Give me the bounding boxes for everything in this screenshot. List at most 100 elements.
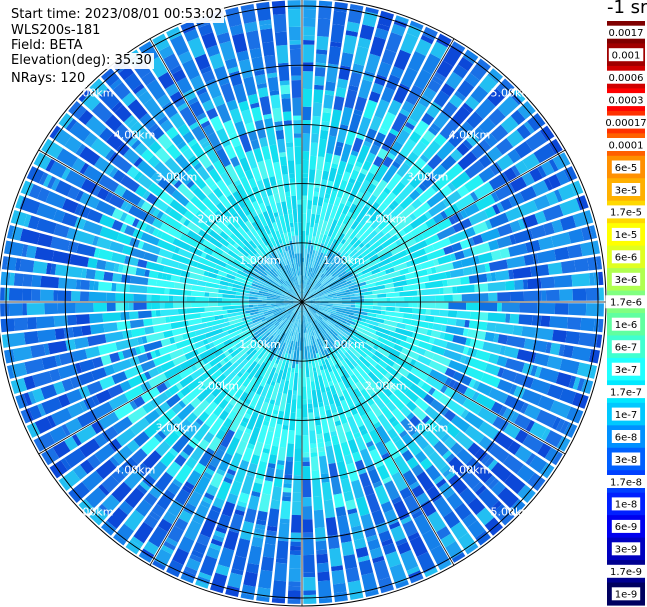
range-gate-cell	[395, 302, 409, 308]
range-gate-cell	[281, 93, 291, 99]
range-gate-cell	[302, 519, 314, 533]
range-gate-cell	[294, 137, 302, 147]
range-gate-cell	[298, 350, 302, 369]
range-gate-cell	[523, 338, 535, 350]
range-gate-cell	[276, 540, 289, 560]
range-gate-cell	[103, 271, 114, 282]
range-gate-cell	[249, 312, 255, 316]
range-gate-cell	[456, 284, 475, 294]
range-gate-cell	[385, 306, 396, 312]
range-gate-cell	[288, 581, 301, 587]
range-gate-cell	[308, 258, 312, 263]
range-gate-cell	[360, 513, 374, 530]
range-gate-cell	[399, 290, 418, 297]
range-gate-cell	[302, 124, 311, 134]
range-ring-label: 4.00km	[449, 129, 491, 142]
range-gate-cell	[478, 312, 489, 321]
range-gate-cell	[394, 286, 404, 292]
range-ring-label: 3.00km	[156, 170, 198, 183]
range-gate-cell	[311, 133, 319, 143]
range-gate-cell	[262, 41, 275, 57]
range-gate-cell	[279, 151, 287, 158]
range-gate-cell	[235, 291, 241, 296]
range-gate-cell	[302, 457, 310, 462]
range-gate-cell	[501, 302, 520, 313]
range-gate-cell	[538, 367, 560, 384]
range-gate-cell	[146, 294, 152, 302]
range-gate-cell	[292, 390, 297, 396]
range-gate-cell	[347, 580, 364, 600]
range-gate-cell	[37, 233, 53, 248]
range-gate-cell	[245, 30, 261, 50]
range-gate-cell	[274, 562, 288, 582]
range-gate-cell	[302, 257, 305, 263]
range-gate-cell	[442, 279, 448, 287]
range-gate-cell	[264, 467, 275, 482]
range-gate-cell	[404, 296, 413, 302]
range-gate-cell	[510, 291, 524, 302]
colorbar-tick-label: 0.0003	[609, 95, 644, 106]
range-gate-cell	[297, 204, 302, 223]
range-gate-cell	[335, 87, 347, 98]
range-gate-cell	[298, 222, 302, 236]
range-gate-cell	[169, 288, 183, 296]
range-gate-cell	[262, 543, 276, 558]
range-gate-cell	[165, 316, 171, 323]
range-gate-cell	[487, 281, 506, 292]
range-gate-cell	[312, 367, 317, 373]
range-gate-cell	[462, 266, 473, 276]
range-gate-cell	[316, 553, 329, 564]
range-gate-cell	[191, 302, 209, 308]
range-gate-cell	[337, 299, 351, 302]
range-gate-cell	[330, 23, 345, 44]
range-gate-cell	[290, 545, 301, 551]
colorbar-tick-label: 6e-9	[615, 522, 638, 533]
range-gate-cell	[276, 179, 283, 185]
range-gate-cell	[302, 88, 313, 107]
range-gate-cell	[44, 303, 59, 315]
range-gate-cell	[302, 461, 310, 467]
range-gate-cell	[239, 299, 249, 302]
range-gate-cell	[173, 334, 184, 343]
range-gate-cell	[80, 291, 90, 302]
colorbar-tick-label: 3e-9	[615, 545, 638, 556]
range-gate-cell	[323, 432, 331, 443]
range-gate-cell	[512, 325, 523, 336]
range-gate-cell	[208, 292, 219, 298]
range-ring-label: 4.00km	[449, 463, 491, 476]
range-gate-cell	[571, 273, 591, 287]
range-gate-cell	[272, 580, 287, 599]
range-gate-cell	[69, 254, 89, 267]
range-gate-cell	[316, 562, 330, 573]
range-gate-cell	[131, 327, 146, 338]
range-gate-cell	[303, 40, 315, 45]
range-gate-cell	[256, 1, 272, 22]
range-gate-cell	[571, 346, 592, 362]
range-gate-cell	[448, 302, 467, 310]
range-gate-cell	[290, 514, 302, 533]
range-gate-cell	[565, 331, 581, 345]
range-gate-cell	[282, 424, 289, 430]
range-gate-cell	[506, 255, 526, 269]
range-gate-cell	[251, 106, 263, 122]
range-gate-cell	[298, 266, 301, 272]
range-gate-cell	[228, 282, 234, 287]
range-gate-cell	[319, 129, 329, 140]
range-gate-cell	[227, 286, 233, 291]
range-gate-cell	[272, 107, 283, 123]
range-gate-cell	[344, 89, 358, 109]
range-gate-cell	[354, 96, 367, 112]
range-gate-cell	[527, 278, 542, 290]
range-gate-cell	[208, 302, 218, 307]
range-gate-cell	[293, 461, 302, 476]
colorbar-tick-label: 6e-8	[615, 432, 638, 443]
range-gate-cell	[303, 590, 317, 596]
range-gate-cell	[312, 115, 321, 126]
range-gate-cell	[580, 317, 595, 332]
range-gate-cell	[293, 133, 302, 138]
range-gate-cell	[303, 537, 315, 556]
colorbar-tick-label: 0.0017	[609, 28, 644, 39]
range-gate-cell	[93, 281, 99, 291]
range-gate-cell	[447, 310, 458, 318]
range-gate-cell	[270, 94, 281, 109]
